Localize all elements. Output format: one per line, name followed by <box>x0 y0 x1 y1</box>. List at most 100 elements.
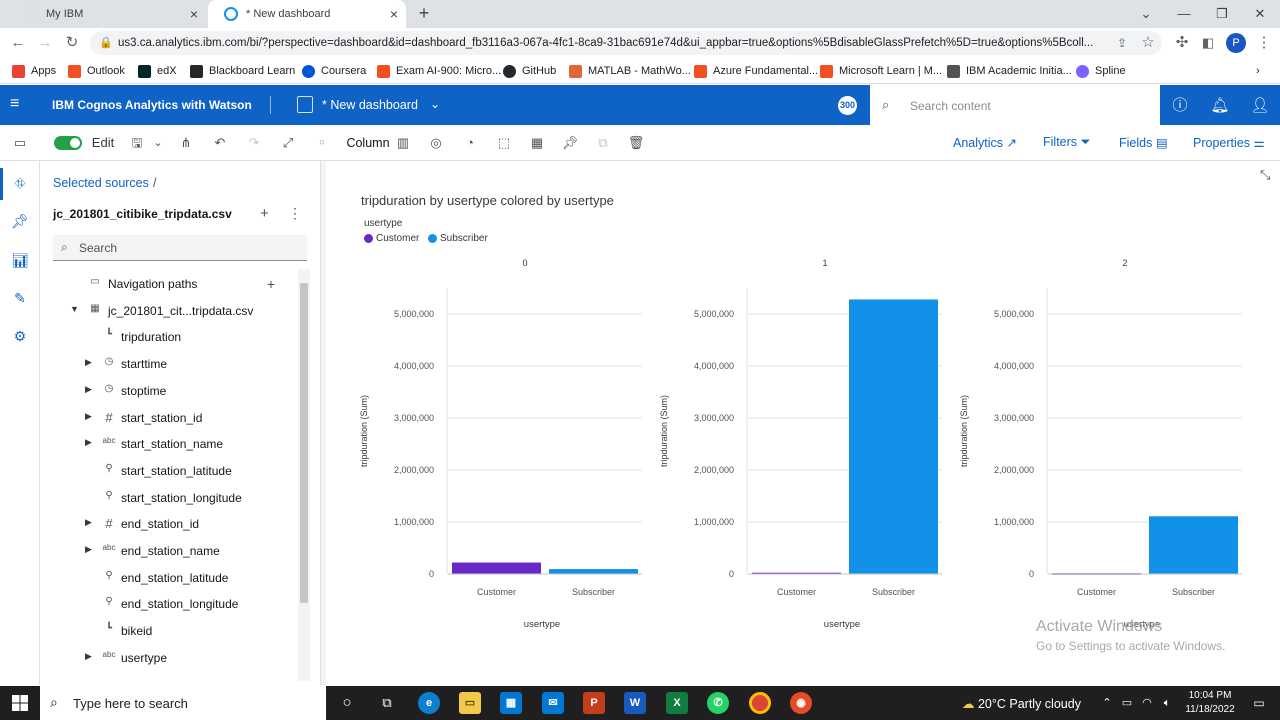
microsoft-store-icon[interactable]: ▦ <box>500 692 522 714</box>
legend-item-customer[interactable]: Customer <box>364 233 419 244</box>
caret-right-icon[interactable]: ▶ <box>85 544 92 555</box>
share-icon[interactable]: ⇪ <box>1112 33 1132 53</box>
chevron-down-icon[interactable]: ⌄ <box>150 134 166 152</box>
taskbar-clock[interactable]: 10:04 PM 11/18/2022 <box>1180 689 1240 717</box>
bookmark-blackboard[interactable]: Blackboard Learn <box>190 63 295 79</box>
battery-icon[interactable]: ▭ <box>1120 692 1134 714</box>
panel-scrollbar[interactable] <box>298 269 310 681</box>
caret-right-icon[interactable]: ▶ <box>85 651 92 662</box>
analytics-button[interactable]: Analytics ↗ <box>953 135 1017 150</box>
data-search-input[interactable]: ⌕ Search <box>53 235 307 261</box>
weather-widget[interactable]: ☁ 20°C Partly cloudy <box>962 696 1081 711</box>
cortana-icon[interactable]: ○ <box>336 692 358 714</box>
viz-type-label[interactable]: Column <box>346 134 390 152</box>
taskbar-search-input[interactable]: ⌕ Type here to search <box>40 686 326 720</box>
add-navigation-path-icon[interactable]: + <box>264 276 278 292</box>
bookmark-microsoft-learn[interactable]: Microsoft Learn | M... <box>820 63 942 79</box>
caret-right-icon[interactable]: ▶ <box>85 437 92 448</box>
edit-mode-toggle[interactable] <box>54 136 82 150</box>
tray-chevron-up-icon[interactable]: ⌃ <box>1100 692 1114 714</box>
bookmark-azure[interactable]: Azure Fundamental... <box>694 63 818 79</box>
browser-menu-icon[interactable]: ⋮ <box>1254 33 1274 53</box>
bookmark-ibm-academic[interactable]: IBM Academic Initia... <box>947 63 1072 79</box>
new-tab-button[interactable]: + <box>414 4 434 24</box>
close-window-button[interactable]: ✕ <box>1250 4 1270 24</box>
redo-icon[interactable]: ↷ <box>244 134 264 152</box>
help-icon[interactable]: ⓘ <box>1170 96 1190 116</box>
tree-item[interactable]: ┗ bikeid <box>40 620 300 642</box>
collapse-arrows-icon[interactable]: ⤡ <box>1260 167 1270 183</box>
mail-icon[interactable]: ✉ <box>542 692 564 714</box>
bookmark-coursera[interactable]: Coursera <box>302 63 366 79</box>
bookmark-matlab[interactable]: MATLAB - MathWo... <box>569 63 691 79</box>
notification-count-badge[interactable]: 300 <box>838 96 857 115</box>
tree-item[interactable]: ▶ abc start_station_name <box>40 433 300 455</box>
fields-button[interactable]: Fields ▤ <box>1119 135 1168 150</box>
bookmark-spline[interactable]: Spline <box>1076 63 1126 79</box>
tree-item[interactable]: ⚲ end_station_longitude <box>40 593 300 615</box>
breadcrumb-selected-sources[interactable]: Selected sources <box>53 176 149 190</box>
navigate-icon[interactable]: ⚬ <box>312 134 332 152</box>
bookmark-apps[interactable]: Apps <box>12 63 56 79</box>
assistant-icon[interactable]: ✎ <box>10 288 30 308</box>
close-tab-icon[interactable]: × <box>390 6 398 22</box>
reload-icon[interactable]: ↻ <box>62 33 82 53</box>
tree-item[interactable]: ▶ ◷ stoptime <box>40 380 300 402</box>
caret-right-icon[interactable]: ▶ <box>85 357 92 368</box>
tree-item[interactable]: ▶ # start_station_id <box>40 407 300 429</box>
user-account-icon[interactable]: 👤︎ <box>1250 96 1270 116</box>
tab-my-ibm[interactable]: My IBM × <box>8 0 206 28</box>
recorder-icon[interactable]: ◉ <box>790 692 812 714</box>
url-field[interactable]: 🔒 us3.ca.analytics.ibm.com/bi/?perspecti… <box>90 31 1162 55</box>
tab-new-dashboard[interactable]: * New dashboard × <box>208 0 406 28</box>
tree-item[interactable]: ▶ abc usertype <box>40 647 300 669</box>
search-content-input[interactable]: ⌕ Search content <box>870 85 1160 125</box>
caret-right-icon[interactable]: ▶ <box>85 384 92 395</box>
notification-center-icon[interactable]: ▭ <box>1252 692 1266 714</box>
properties-button[interactable]: Properties ⚌ <box>1193 135 1265 150</box>
tree-item[interactable]: ⚲ start_station_longitude <box>40 487 300 509</box>
word-icon[interactable]: W <box>624 692 646 714</box>
chrome-icon[interactable] <box>749 692 771 714</box>
comment-icon[interactable]: ▭ <box>10 134 30 152</box>
wifi-icon[interactable]: ◠ <box>1140 692 1154 714</box>
bookmark-star-icon[interactable]: ☆ <box>1138 33 1158 53</box>
side-panel-icon[interactable]: ◧ <box>1198 33 1218 53</box>
data-table-icon[interactable]: ▦ <box>527 134 547 152</box>
minimize-button[interactable]: — <box>1174 4 1194 24</box>
hamburger-menu-icon[interactable]: ≡ <box>10 95 19 113</box>
visualizations-icon[interactable]: 📊︎ <box>10 250 30 270</box>
edge-icon[interactable]: e <box>418 692 440 714</box>
color-palette-icon[interactable]: ◎ <box>426 134 446 152</box>
tree-item[interactable]: ⚲ start_station_latitude <box>40 460 300 482</box>
notifications-bell-icon[interactable]: 🔔︎ <box>1210 96 1230 116</box>
expand-icon[interactable]: ⤢ <box>278 134 298 152</box>
insights-icon[interactable]: ◔ <box>460 134 480 152</box>
whatsapp-icon[interactable]: ✆ <box>707 692 729 714</box>
file-explorer-icon[interactable]: ▭ <box>459 692 481 714</box>
caret-right-icon[interactable]: ▶ <box>85 517 92 528</box>
chevron-down-icon[interactable]: ⌄ <box>430 97 440 111</box>
tree-item[interactable]: ▶ abc end_station_name <box>40 540 300 562</box>
close-tab-icon[interactable]: × <box>190 6 198 22</box>
share-icon[interactable]: ⋔ <box>176 134 196 152</box>
tree-item[interactable]: ▶ # end_station_id <box>40 513 300 535</box>
volume-icon[interactable]: 🔈︎ <box>1160 692 1174 714</box>
tree-item[interactable]: ⚲ end_station_latitude <box>40 567 300 589</box>
more-options-icon[interactable]: ⋮ <box>288 205 302 222</box>
bookmark-edx[interactable]: edX <box>138 63 177 79</box>
bookmarks-overflow-icon[interactable]: › <box>1256 63 1260 79</box>
undo-icon[interactable]: ↶ <box>210 134 230 152</box>
tree-item[interactable]: ▼ ▦ jc_201801_cit...tripdata.csv <box>40 300 300 322</box>
windows-start-icon[interactable] <box>12 695 28 711</box>
pin-icon[interactable]: 📌︎ <box>10 211 30 231</box>
fit-frame-icon[interactable]: ⬚ <box>494 134 514 152</box>
tree-item[interactable]: ┗ tripduration <box>40 326 300 348</box>
tree-item[interactable]: ▶ ◷ starttime <box>40 353 300 375</box>
add-source-icon[interactable]: + <box>260 205 269 222</box>
extensions-puzzle-icon[interactable]: ✣ <box>1172 33 1192 53</box>
caret-down-icon[interactable]: ▼ <box>70 304 79 314</box>
widgets-icon[interactable]: ⚙ <box>10 326 30 346</box>
delete-trash-icon[interactable]: 🗑︎ <box>626 134 646 152</box>
caret-right-icon[interactable]: ▶ <box>85 411 92 422</box>
